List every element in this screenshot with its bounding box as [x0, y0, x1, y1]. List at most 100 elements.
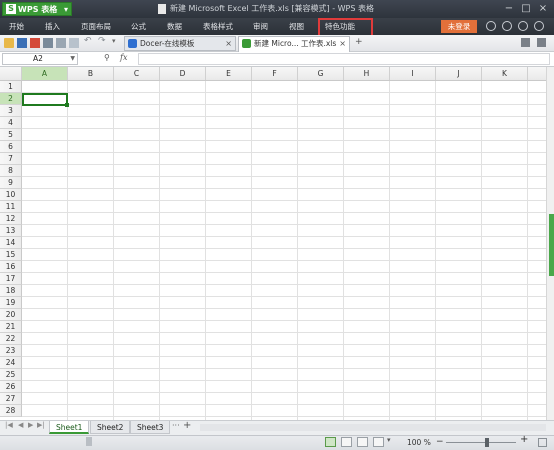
row-header[interactable]: 24 — [0, 357, 22, 369]
row-header[interactable]: 7 — [0, 153, 22, 165]
next-sheet-icon[interactable]: ▶ — [28, 421, 33, 429]
sheet-tab-sheet3[interactable]: Sheet3 — [130, 421, 171, 434]
menu-item-page-layout[interactable]: 页面布局 — [81, 18, 111, 35]
row-header[interactable]: 1 — [0, 81, 22, 93]
save-icon[interactable] — [17, 38, 27, 48]
row-header[interactable]: 10 — [0, 189, 22, 201]
menu-item-review[interactable]: 审阅 — [253, 18, 268, 35]
row-header[interactable]: 14 — [0, 237, 22, 249]
row-header[interactable]: 16 — [0, 261, 22, 273]
open-folder-icon[interactable] — [4, 38, 14, 48]
menu-item-data[interactable]: 数据 — [167, 18, 182, 35]
menu-item-insert[interactable]: 插入 — [45, 18, 60, 35]
row-header[interactable]: 13 — [0, 225, 22, 237]
maximize-icon[interactable]: □ — [520, 3, 532, 15]
normal-view-button[interactable] — [325, 437, 336, 447]
menu-item-formulas[interactable]: 公式 — [131, 18, 146, 35]
row-header[interactable]: 12 — [0, 213, 22, 225]
row-header[interactable]: 15 — [0, 249, 22, 261]
column-header[interactable]: I — [390, 67, 436, 80]
skin-icon[interactable] — [486, 21, 496, 31]
last-sheet-icon[interactable]: ▶| — [37, 421, 45, 429]
tab-list-icon[interactable] — [521, 38, 530, 47]
sheet-tab-sheet2[interactable]: Sheet2 — [90, 421, 131, 434]
zoom-slider[interactable] — [446, 442, 516, 443]
row-header[interactable]: 11 — [0, 201, 22, 213]
tab-workbook[interactable]: 新建 Micro... 工作表.xls × — [238, 36, 350, 52]
row-header[interactable]: 28 — [0, 405, 22, 417]
column-header[interactable]: C — [114, 67, 160, 80]
new-tab-button[interactable]: + — [355, 37, 363, 47]
tab-docer-templates[interactable]: Docer-在线模板 × — [124, 36, 236, 51]
row-header[interactable]: 2 — [0, 93, 22, 105]
redo-icon[interactable]: ↷ — [98, 36, 106, 46]
column-header[interactable]: B — [68, 67, 114, 80]
zoom-slider-handle[interactable] — [485, 438, 489, 447]
row-header[interactable]: 25 — [0, 369, 22, 381]
row-header[interactable]: 22 — [0, 333, 22, 345]
column-header[interactable]: K — [482, 67, 528, 80]
wps-app-menu-button[interactable]: S WPS 表格 ▾ — [2, 2, 72, 16]
row-header[interactable]: 6 — [0, 141, 22, 153]
zoom-out-button[interactable]: − — [436, 435, 444, 450]
row-header[interactable]: 4 — [0, 117, 22, 129]
row-header[interactable]: 23 — [0, 345, 22, 357]
login-button[interactable]: 未登录 — [441, 20, 477, 33]
window-layout-icon[interactable] — [537, 38, 546, 47]
print-preview-icon[interactable] — [56, 38, 66, 48]
row-header[interactable]: 26 — [0, 381, 22, 393]
undo-icon[interactable]: ↶ — [84, 36, 92, 46]
fullscreen-icon[interactable] — [538, 438, 547, 447]
spreadsheet-grid[interactable]: ABCDEFGHIJK 1 2 3 4 5 6 7 8 9 10 11 12 13 14 15 16 17 18 1… — [0, 67, 546, 420]
active-cell[interactable] — [22, 93, 69, 107]
name-box[interactable]: A2 ▼ — [2, 53, 78, 65]
help-icon[interactable] — [518, 21, 528, 31]
row-header[interactable]: 18 — [0, 285, 22, 297]
insert-function-button[interactable]: fx — [120, 53, 127, 62]
menu-item-view[interactable]: 视图 — [289, 18, 304, 35]
page-break-view-button[interactable] — [357, 437, 368, 447]
vertical-scrollbar-thumb[interactable] — [549, 214, 554, 276]
first-sheet-icon[interactable]: |◀ — [5, 421, 13, 429]
column-header[interactable]: D — [160, 67, 206, 80]
close-icon[interactable]: × — [537, 3, 549, 15]
horizontal-scrollbar[interactable] — [200, 424, 546, 431]
view-dropdown-icon[interactable]: ▾ — [387, 436, 391, 444]
reading-view-button[interactable] — [373, 437, 384, 447]
menu-item-table-style[interactable]: 表格样式 — [203, 18, 233, 35]
column-header[interactable]: E — [206, 67, 252, 80]
zoom-level[interactable]: 100 % — [407, 435, 431, 450]
zoom-in-button[interactable]: + — [520, 434, 528, 445]
sheet-tab-sheet1[interactable]: Sheet1 — [49, 421, 90, 434]
prev-sheet-icon[interactable]: ◀ — [18, 421, 23, 429]
row-header[interactable]: 21 — [0, 321, 22, 333]
select-all-corner[interactable] — [0, 67, 22, 80]
magnifier-icon[interactable]: ⚲ — [104, 53, 110, 62]
print-icon[interactable] — [43, 38, 53, 48]
formula-input[interactable] — [138, 53, 550, 65]
menu-item-home[interactable]: 开始 — [9, 18, 24, 35]
copy-format-icon[interactable] — [69, 38, 79, 48]
column-header[interactable]: A — [22, 67, 68, 80]
row-header[interactable]: 17 — [0, 273, 22, 285]
column-header[interactable]: H — [344, 67, 390, 80]
close-tab-icon[interactable]: × — [225, 37, 232, 50]
row-header[interactable]: 3 — [0, 105, 22, 117]
collapse-ribbon-icon[interactable] — [534, 21, 544, 31]
chevron-down-icon[interactable]: ▼ — [70, 54, 75, 64]
page-layout-view-button[interactable] — [341, 437, 352, 447]
close-tab-icon[interactable]: × — [339, 37, 346, 50]
row-header[interactable]: 9 — [0, 177, 22, 189]
export-pdf-icon[interactable] — [30, 38, 40, 48]
toolbar-dropdown-icon[interactable]: ▾ — [112, 37, 116, 45]
add-sheet-button[interactable]: + — [183, 420, 191, 431]
minimize-icon[interactable]: − — [503, 3, 515, 15]
column-header[interactable]: J — [436, 67, 482, 80]
row-header[interactable]: 20 — [0, 309, 22, 321]
more-sheets-button[interactable]: ··· — [172, 421, 180, 430]
row-header[interactable]: 8 — [0, 165, 22, 177]
column-header[interactable]: F — [252, 67, 298, 80]
row-header[interactable]: 27 — [0, 393, 22, 405]
row-header[interactable]: 5 — [0, 129, 22, 141]
feedback-icon[interactable] — [502, 21, 512, 31]
